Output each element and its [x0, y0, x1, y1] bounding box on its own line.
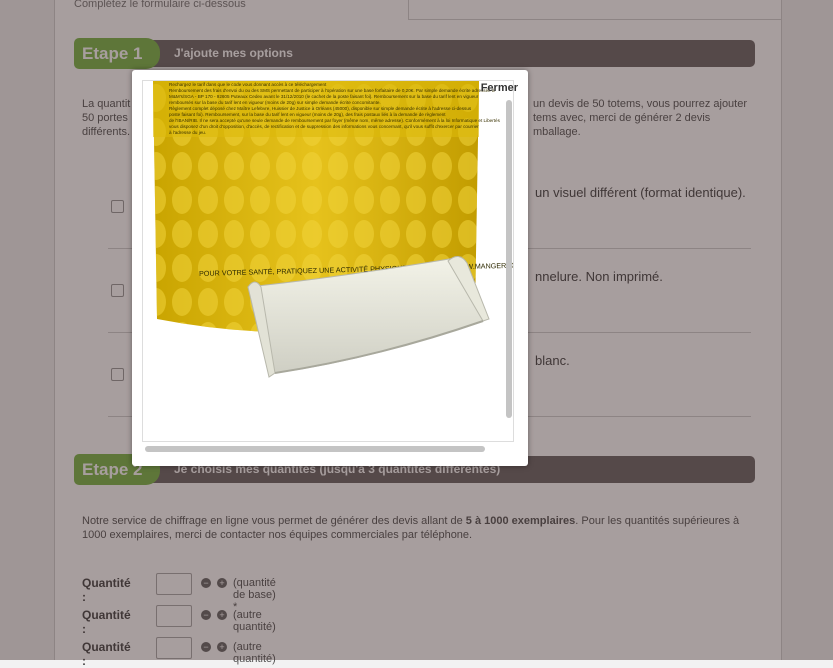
svg-text:M&M's/SGA - BP 170 - 92605 Put: M&M's/SGA - BP 170 - 92605 Puteaux Cedex…	[169, 94, 479, 99]
totem-display-image: Rechargez le tarif dans que le code vous…	[143, 81, 513, 441]
product-image: Rechargez le tarif dans que le code vous…	[142, 80, 514, 442]
vertical-scrollbar[interactable]	[506, 100, 512, 418]
svg-text:poste faisant foi). Remboursem: poste faisant foi). Remboursement, sur l…	[169, 112, 446, 117]
svg-text:Rechargez le tarif dans que le: Rechargez le tarif dans que le code vous…	[169, 82, 327, 87]
svg-text:remboursés sur la base du tari: remboursés sur la base du tarif lent en …	[169, 100, 381, 105]
svg-text:Règlement complet déposé chez: Règlement complet déposé chez Maître Lef…	[169, 106, 472, 111]
horizontal-scrollbar[interactable]	[145, 446, 485, 452]
svg-text:vous disposez d'un droit d'opp: vous disposez d'un droit d'opposition, d…	[169, 124, 479, 129]
svg-text:à l'adresse du jeu.: à l'adresse du jeu.	[169, 130, 206, 135]
fine-print: Rechargez le tarif dans que le code vous…	[169, 82, 501, 135]
close-button[interactable]: Fermer	[481, 82, 518, 94]
image-lightbox: Rechargez le tarif dans que le code vous…	[132, 70, 528, 466]
svg-text:Remboursement des frais d'envo: Remboursement des frais d'envoi du ou de…	[169, 88, 495, 93]
svg-text:de l'IBAN/RIB. Il ne sera acce: de l'IBAN/RIB. Il ne sera accepté qu'une…	[169, 118, 501, 123]
